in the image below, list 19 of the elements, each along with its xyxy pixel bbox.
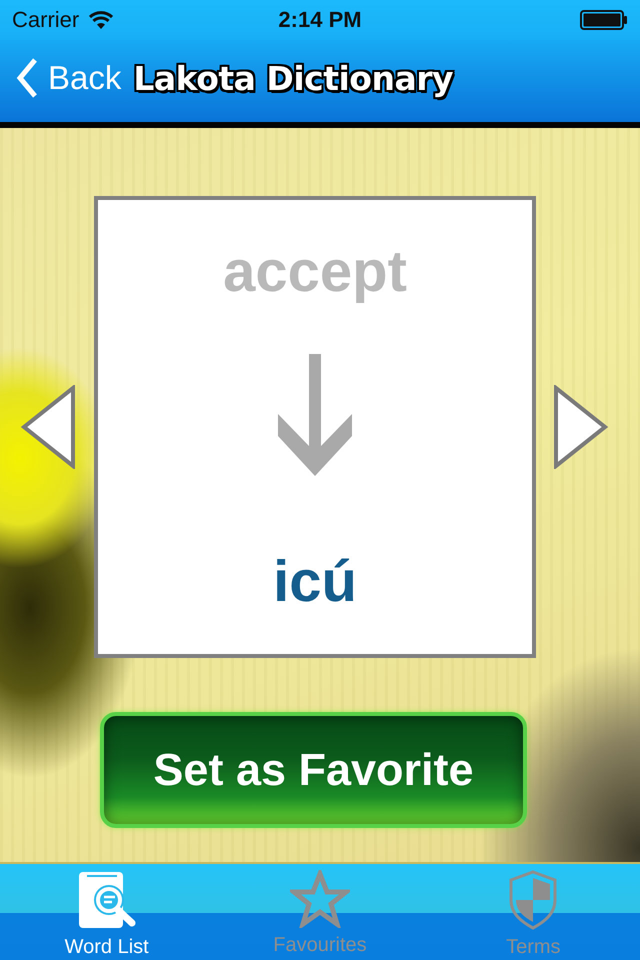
back-button[interactable]: Back	[16, 58, 122, 98]
wifi-icon	[89, 11, 114, 29]
shield-icon	[508, 870, 558, 930]
english-word: accept	[223, 238, 407, 306]
chevron-left-icon	[16, 58, 38, 98]
lakota-translation: icú	[273, 548, 357, 616]
tab-item[interactable]: Word List	[0, 864, 214, 960]
carrier-label: Carrier	[12, 7, 80, 33]
triangle-left-icon	[20, 385, 76, 469]
star-icon	[290, 870, 350, 928]
triangle-right-icon	[553, 385, 609, 469]
book-search-icon	[76, 870, 137, 930]
down-arrow-icon	[278, 354, 352, 476]
app-title: Lakota Dictionary	[133, 58, 454, 98]
clock-time: 2:14 PM	[278, 7, 362, 33]
battery-icon	[580, 10, 628, 30]
set-favorite-button[interactable]: Set as Favorite	[100, 712, 527, 828]
previous-button[interactable]	[20, 385, 76, 469]
next-button[interactable]	[553, 385, 609, 469]
